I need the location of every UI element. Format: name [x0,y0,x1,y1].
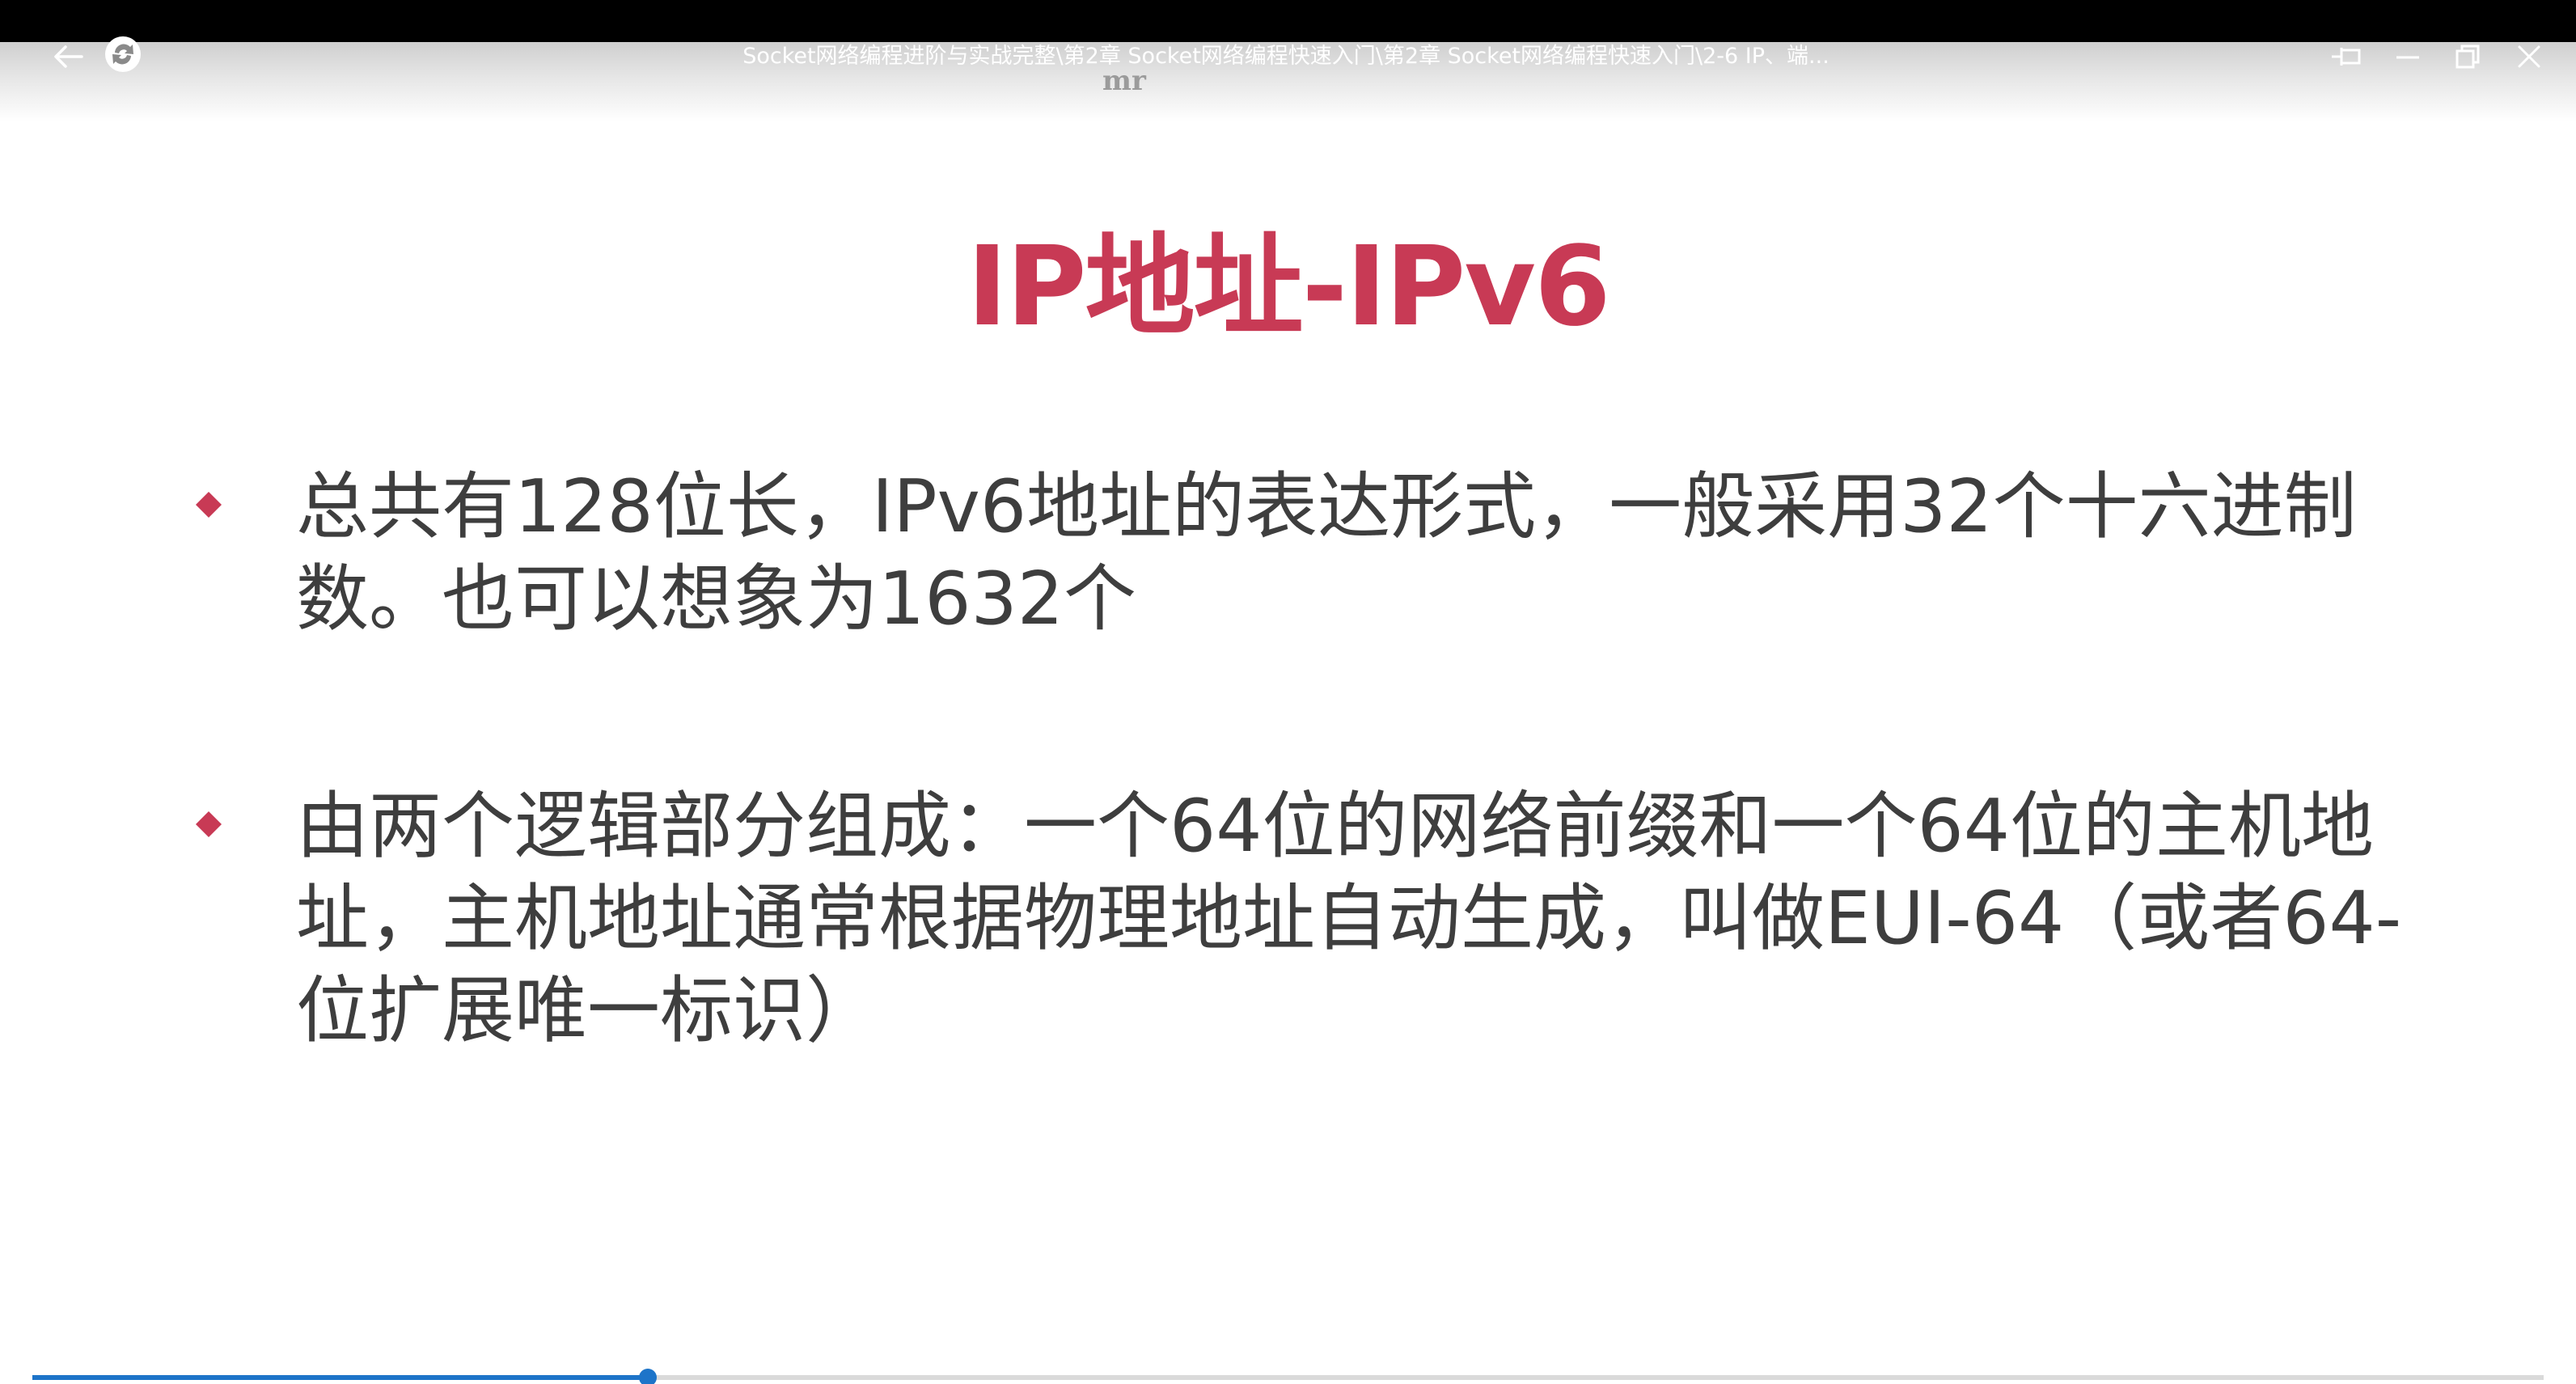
bullet-text: 总共有128位长，IPv6地址的表达形式，一般采用32个十六进制数。也可以想象为… [296,464,2357,641]
player-window: Socket网络编程进阶与实战完整\第2章 Socket网络编程快速入门\第2章… [0,0,2576,1384]
top-strip [0,0,2576,42]
progress-handle[interactable] [638,1369,657,1384]
pin-icon[interactable] [2326,42,2367,71]
progress-fill [32,1375,648,1380]
progress-bar[interactable] [32,1369,2544,1384]
restore-icon[interactable] [2447,42,2488,71]
minimize-icon[interactable] [2388,42,2428,71]
bullet-text: 由两个逻辑部分组成：一个64位的网络前缀和一个64位的主机地址，主机地址通常根据… [296,784,2402,1053]
app-logo-icon[interactable] [100,36,146,72]
back-arrow-icon[interactable] [47,42,89,71]
slide-title: IP地址-IPv6 [967,223,1610,351]
close-icon[interactable] [2509,42,2549,71]
window-title: Socket网络编程进阶与实战完整\第2章 Socket网络编程快速入门\第2章… [742,44,1829,69]
slide-content: IP地址-IPv6 总共有128位长，IPv6地址的表达形式，一般采用32个十六… [0,121,2576,1286]
watermark-text: mr [1102,65,1146,97]
diamond-bullet-icon [196,811,222,837]
title-bar: Socket网络编程进阶与实战完整\第2章 Socket网络编程快速入门\第2章… [0,36,2576,121]
diamond-bullet-icon [196,492,222,518]
